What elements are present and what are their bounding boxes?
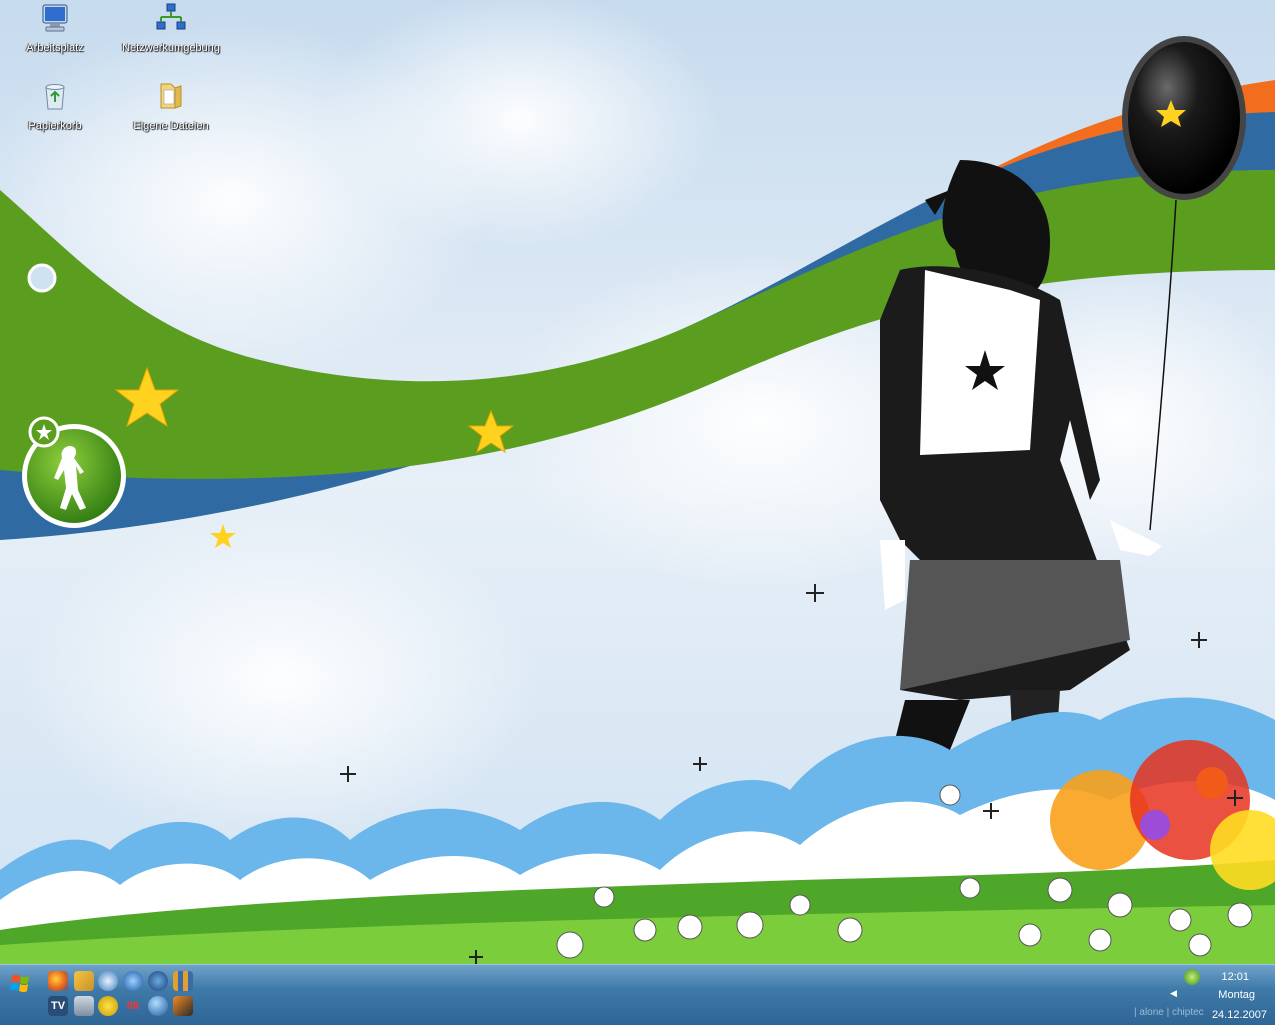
image-viewer-icon[interactable]	[173, 996, 193, 1016]
red-app-icon[interactable]: 08	[123, 996, 143, 1016]
desktop-icon-label: Arbeitsplatz	[26, 42, 84, 54]
desktop-icon-papierkorb[interactable]: Papierkorb	[0, 80, 110, 133]
network-icon	[155, 2, 187, 34]
start-button[interactable]	[6, 971, 36, 997]
settings-icon[interactable]	[74, 996, 94, 1016]
desktop-icon-eigene-dateien[interactable]: Eigene Dateien	[116, 80, 226, 133]
desktop-icon-label: Netzwerkumgebung	[122, 42, 220, 54]
globe-icon[interactable]	[148, 996, 168, 1016]
media-center-icon[interactable]	[123, 971, 143, 991]
tray-app-icon[interactable]	[1184, 969, 1200, 985]
browser-icon[interactable]	[148, 971, 168, 991]
my-documents-folder-icon	[155, 80, 187, 112]
clock-day: Montag	[1218, 989, 1255, 1001]
paint-icon[interactable]	[74, 971, 94, 991]
clock-date: 24.12.2007	[1211, 1009, 1267, 1021]
desktop-icon-label: Papierkorb	[28, 120, 82, 132]
clock-time[interactable]: 12:01	[1221, 971, 1249, 983]
power-icon[interactable]	[98, 996, 118, 1016]
tray-expand-icon[interactable]: ◀	[1170, 989, 1177, 999]
desktop-icon-label: Eigene Dateien	[133, 120, 209, 132]
recycle-bin-icon	[39, 80, 71, 112]
tv-icon[interactable]: TV	[48, 996, 68, 1016]
windows-start-icon	[10, 974, 29, 993]
desktop: Arbeitsplatz Netzwerkumgebung Papierkorb	[0, 0, 1275, 1025]
system-tray: ◀ 12:01 Montag | alone | chiptec 24.12.2…	[1134, 965, 1275, 1025]
desktop-icon-arbeitsplatz[interactable]: Arbeitsplatz	[0, 2, 110, 55]
tray-extra-text: | alone | chiptec	[1134, 1007, 1204, 1018]
app-grid-icon[interactable]	[173, 971, 193, 991]
wallpaper	[0, 0, 1275, 964]
media-player-icon[interactable]	[98, 971, 118, 991]
desktop-icon-netzwerkumgebung[interactable]: Netzwerkumgebung	[116, 2, 226, 55]
taskbar: TV 08 ◀ 12:01 Montag | alone | chiptec 2…	[0, 964, 1275, 1025]
firefox-icon[interactable]	[48, 971, 68, 991]
my-computer-icon	[39, 2, 71, 34]
